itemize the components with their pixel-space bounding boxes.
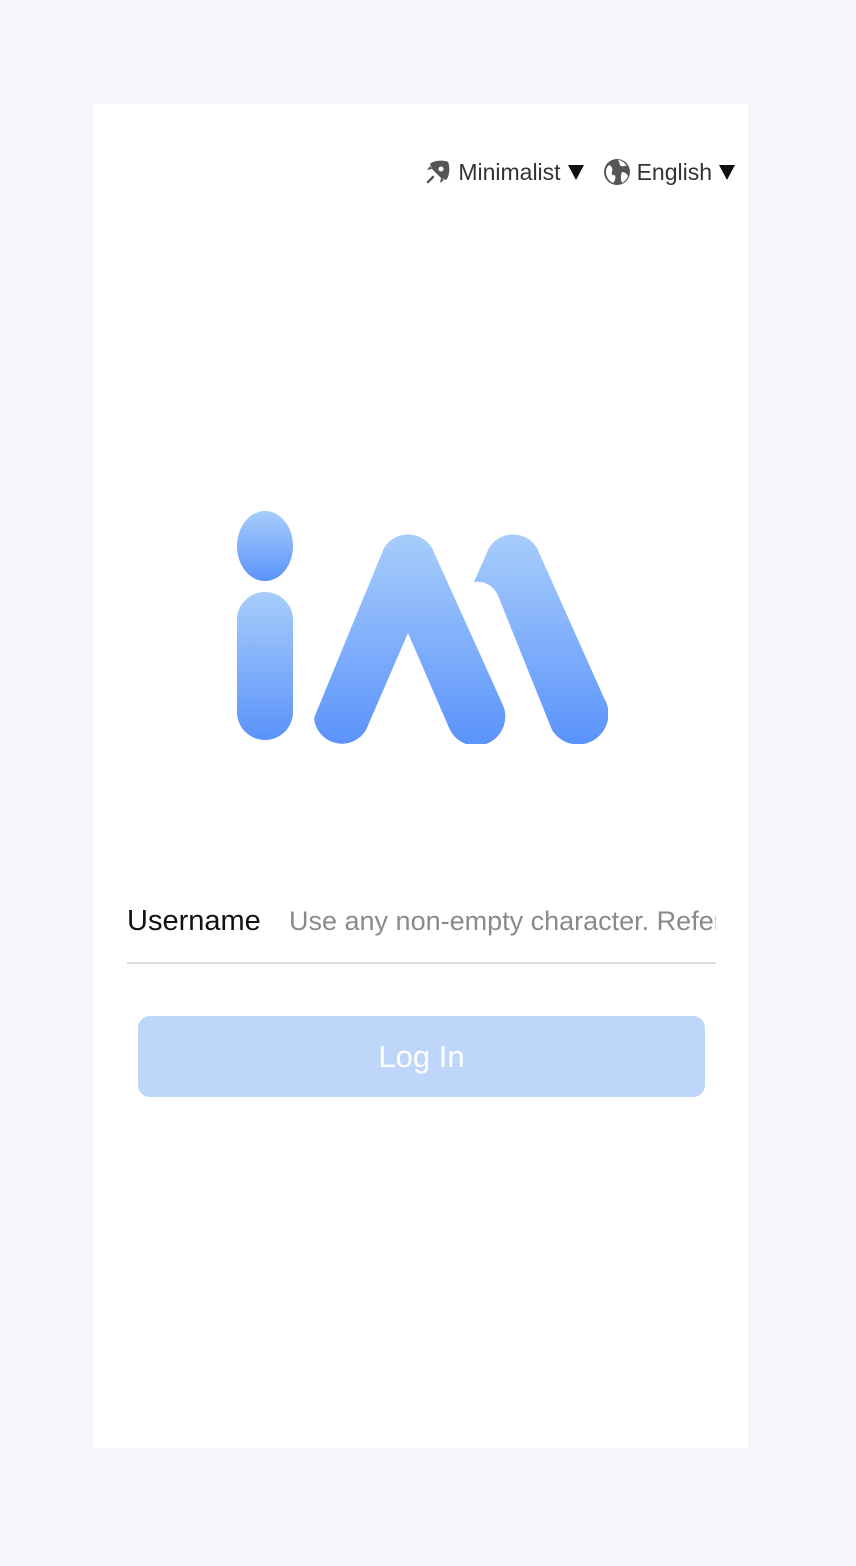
username-row: Username bbox=[127, 880, 716, 964]
app-logo bbox=[234, 508, 609, 746]
language-menu-label: English bbox=[636, 158, 712, 185]
theme-menu-label: Minimalist bbox=[458, 158, 561, 185]
login-card: Minimalist English Username Use any non-… bbox=[94, 104, 748, 1448]
rocket-icon bbox=[424, 158, 452, 186]
globe-icon bbox=[603, 158, 631, 186]
language-menu[interactable]: English bbox=[603, 158, 736, 186]
caret-down-icon bbox=[567, 163, 585, 181]
username-input[interactable] bbox=[289, 905, 716, 937]
username-label: Username bbox=[127, 904, 261, 937]
login-button[interactable]: Log In bbox=[138, 1016, 705, 1097]
caret-down-icon bbox=[718, 163, 736, 181]
theme-menu[interactable]: Minimalist bbox=[424, 158, 584, 186]
top-toolbar: Minimalist English bbox=[424, 158, 736, 186]
